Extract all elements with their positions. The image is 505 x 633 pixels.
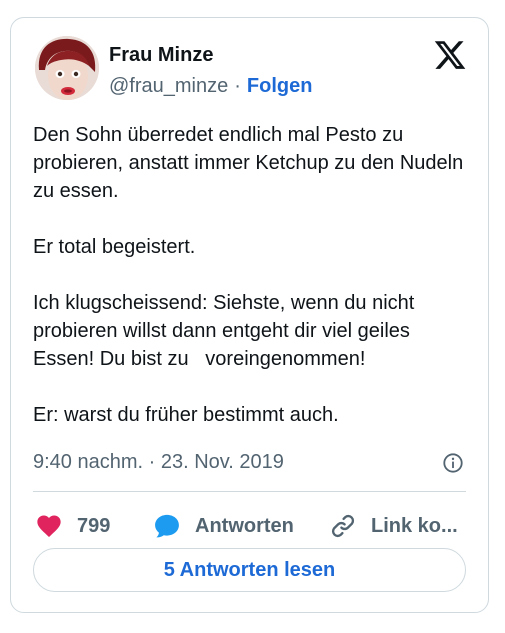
tweet-timestamp[interactable]: 9:40 nachm. · 23. Nov. 2019 — [33, 451, 284, 473]
tweet-header: Frau Minze @frau_minze · Folgen — [11, 18, 488, 108]
like-button[interactable]: 799 — [35, 506, 110, 546]
handle-line: @frau_minze · Folgen — [109, 72, 312, 100]
tweet-meta: 9:40 nachm. · 23. Nov. 2019 — [33, 448, 464, 476]
heart-icon — [37, 515, 61, 537]
x-logo-icon[interactable] — [432, 38, 468, 72]
author-block: Frau Minze @frau_minze · Folgen — [109, 42, 312, 100]
speech-bubble-icon — [155, 514, 179, 538]
copy-link-label: Link ko... — [371, 514, 458, 537]
avatar[interactable] — [35, 36, 99, 100]
action-bar: 799 Antworten Link ko... — [33, 506, 468, 546]
link-icon — [331, 514, 355, 538]
author-handle[interactable]: @frau_minze — [109, 75, 228, 97]
copy-link-button[interactable]: Link ko... — [329, 506, 458, 546]
reply-button[interactable]: Antworten — [153, 506, 294, 546]
reply-label: Antworten — [195, 514, 294, 537]
read-replies-button[interactable]: 5 Antworten lesen — [33, 548, 466, 592]
tweet-card: Frau Minze @frau_minze · Folgen Den Sohn ü… — [10, 17, 489, 613]
divider — [33, 491, 466, 492]
follow-button[interactable]: Folgen — [247, 75, 313, 97]
tweet-paragraph-3: Ich klugscheissend: Siehste, wenn du nic… — [33, 292, 420, 370]
read-replies-label: 5 Antworten lesen — [163, 558, 336, 581]
tweet-paragraph-2: Er total begeistert. — [33, 236, 196, 258]
info-icon[interactable] — [442, 452, 464, 474]
like-count: 799 — [77, 514, 111, 537]
tweet-paragraph-1: Den Sohn überredet endlich mal Pesto zu … — [33, 124, 469, 202]
avatar-image — [35, 36, 99, 100]
tweet-paragraph-4: Er: warst du früher bestimmt auch. — [33, 404, 339, 426]
author-display-name[interactable]: Frau Minze — [109, 42, 312, 68]
separator-dot: · — [234, 75, 241, 97]
tweet-text: Den Sohn überredet endlich mal Pesto zu … — [33, 121, 473, 429]
